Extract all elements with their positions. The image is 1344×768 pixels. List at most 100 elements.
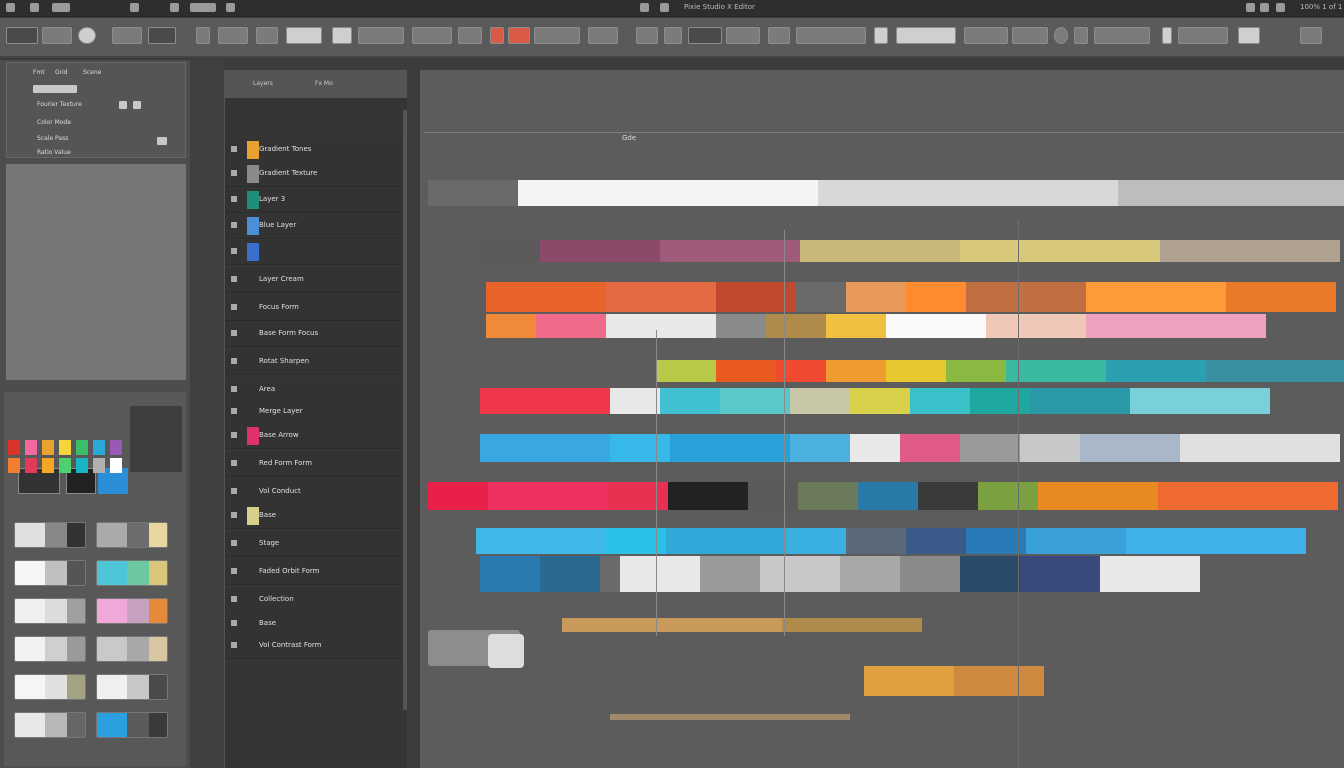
gradient-strip[interactable] — [656, 360, 1344, 382]
layer-row[interactable]: Rotat Sharpen — [225, 350, 401, 375]
gradient-strip[interactable] — [480, 388, 1270, 414]
canvas-layer-thumb[interactable] — [488, 634, 524, 668]
layers-fx-label[interactable]: Fx Mo — [315, 80, 333, 87]
share-icon[interactable] — [1246, 3, 1255, 12]
preset-thumbnail[interactable] — [96, 560, 168, 586]
path-tool-icon[interactable] — [458, 27, 482, 44]
color-swatch[interactable] — [8, 440, 20, 455]
gradient-strip[interactable] — [428, 180, 1344, 206]
menu-icon[interactable] — [6, 3, 15, 12]
heal-tool-icon[interactable] — [218, 27, 248, 44]
foreground-color-icon[interactable] — [508, 27, 530, 44]
props-tab-fmt[interactable]: Fmt — [33, 69, 45, 76]
preset-thumbnail[interactable] — [14, 598, 86, 624]
gear-icon[interactable] — [1276, 3, 1285, 12]
export-icon[interactable] — [1238, 27, 1260, 44]
color-swatch[interactable] — [76, 440, 88, 455]
page-icon[interactable] — [1260, 3, 1269, 12]
window-icon[interactable] — [226, 3, 235, 12]
clone-tool-icon[interactable] — [286, 27, 322, 44]
props-tab-grid[interactable]: Grid — [55, 69, 68, 76]
options-bar-icon[interactable] — [796, 27, 866, 44]
layer-row[interactable]: Blue Layer — [225, 214, 401, 239]
visibility-icon[interactable] — [231, 540, 237, 546]
color-preview[interactable] — [130, 406, 182, 472]
preset-thumbnail[interactable] — [96, 674, 168, 700]
workspace-icon[interactable] — [1094, 27, 1150, 44]
color-picker-icon[interactable] — [490, 27, 504, 44]
layer-row[interactable]: Collection — [225, 588, 401, 613]
mask-icon[interactable] — [874, 27, 888, 44]
visibility-icon[interactable] — [231, 642, 237, 648]
align-icon[interactable] — [688, 27, 722, 44]
visibility-icon[interactable] — [231, 620, 237, 626]
props-tab-scene[interactable]: Scene — [83, 69, 101, 76]
gradient-strip[interactable] — [864, 666, 1044, 696]
visibility-icon[interactable] — [231, 460, 237, 466]
layer-row[interactable]: Vol Contrast Form — [225, 634, 401, 659]
transform-icon[interactable] — [768, 27, 790, 44]
layer-row[interactable]: Layer Cream — [225, 268, 401, 293]
preset-thumbnail[interactable] — [14, 560, 86, 586]
layer-row[interactable]: Gradient Tones — [225, 138, 401, 163]
preset-thumbnail[interactable] — [14, 636, 86, 662]
color-swatch[interactable] — [59, 458, 71, 473]
visibility-icon[interactable] — [231, 222, 237, 228]
preset-thumbnail[interactable] — [14, 712, 86, 738]
prop-toggle[interactable] — [119, 101, 127, 109]
layer-row[interactable] — [225, 240, 401, 265]
layer-row[interactable]: Base — [225, 504, 401, 529]
prop-chip[interactable] — [33, 85, 77, 93]
pressure-icon[interactable] — [1054, 27, 1068, 44]
gradient-strip[interactable] — [476, 528, 1306, 554]
opacity-icon[interactable] — [964, 27, 1008, 44]
gradient-strip[interactable] — [428, 482, 1338, 510]
visibility-icon[interactable] — [231, 488, 237, 494]
view-menu-icon[interactable] — [190, 3, 216, 12]
flow-icon[interactable] — [1012, 27, 1048, 44]
visibility-icon[interactable] — [231, 386, 237, 392]
color-swatch[interactable] — [25, 440, 37, 455]
select-tool-icon[interactable] — [6, 27, 38, 44]
layer-row[interactable]: Focus Form — [225, 296, 401, 321]
shape-tool-icon[interactable] — [588, 27, 618, 44]
layer-row[interactable]: Stage — [225, 532, 401, 557]
visibility-icon[interactable] — [231, 146, 237, 152]
visibility-icon[interactable] — [231, 432, 237, 438]
layer-row[interactable]: Base Form Focus — [225, 322, 401, 347]
visibility-icon[interactable] — [231, 596, 237, 602]
file-menu-icon[interactable] — [52, 3, 70, 12]
move-tool-icon[interactable] — [42, 27, 72, 44]
canvas-area[interactable]: Gde — [420, 70, 1344, 768]
eyedropper-tool-icon[interactable] — [196, 27, 210, 44]
hand-tool-icon[interactable] — [636, 27, 658, 44]
frame-tool-icon[interactable] — [148, 27, 176, 44]
prop-toggle[interactable] — [133, 101, 141, 109]
gradient-strip[interactable] — [480, 556, 1200, 592]
visibility-icon[interactable] — [231, 196, 237, 202]
color-swatch[interactable] — [93, 458, 105, 473]
gradient-strip[interactable] — [610, 714, 850, 720]
color-swatch[interactable] — [110, 440, 122, 455]
search-icon[interactable] — [1300, 27, 1322, 44]
color-swatch[interactable] — [42, 440, 54, 455]
blend-mode-icon[interactable] — [896, 27, 956, 44]
layer-row[interactable]: Vol Conduct — [225, 480, 401, 505]
gradient-tool-icon[interactable] — [358, 27, 404, 44]
visibility-icon[interactable] — [231, 330, 237, 336]
preset-thumbnail[interactable] — [14, 522, 86, 548]
prop-checkbox[interactable] — [157, 137, 167, 145]
visibility-icon[interactable] — [231, 304, 237, 310]
layer-row[interactable]: Base Arrow — [225, 424, 401, 449]
pen-tool-icon[interactable] — [412, 27, 452, 44]
preset-thumbnail[interactable] — [96, 522, 168, 548]
lasso-tool-icon[interactable] — [78, 27, 96, 44]
color-swatch[interactable] — [110, 458, 122, 473]
preset-thumbnail[interactable] — [14, 674, 86, 700]
color-swatch[interactable] — [76, 458, 88, 473]
visibility-icon[interactable] — [231, 408, 237, 414]
distribute-icon[interactable] — [726, 27, 760, 44]
gradient-strip[interactable] — [480, 434, 1340, 462]
visibility-icon[interactable] — [231, 170, 237, 176]
layer-row[interactable]: Faded Orbit Form — [225, 560, 401, 585]
